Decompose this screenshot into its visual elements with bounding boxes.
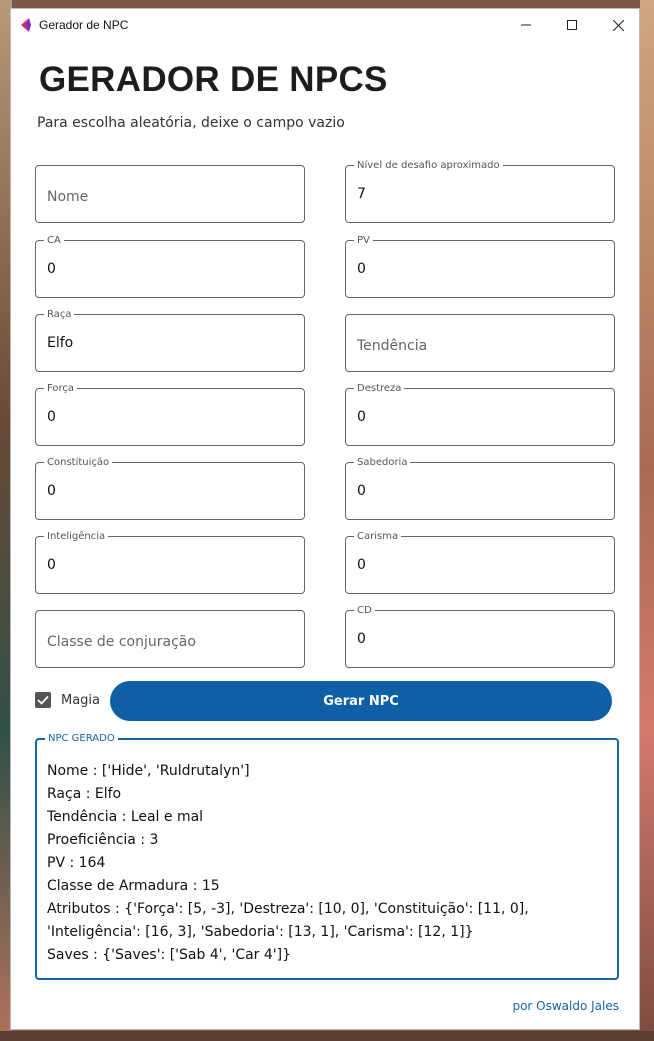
magia-checkbox[interactable] [35,692,51,708]
output-line-classe-armadura: Classe de Armadura : 15 [47,878,220,894]
ca-field[interactable]: CA 0 [35,234,305,298]
tendencia-field[interactable]: Tendência [345,314,615,372]
app-window: Gerador de NPC GERADOR DE NPCS Para esco… [10,8,640,1030]
inteligencia-label: Inteligência [44,530,109,543]
minimize-icon [521,24,531,26]
output-line-atributos-2: 'Inteligência': [16, 3], 'Sabedoria': [1… [47,924,474,940]
destreza-value: 0 [357,409,366,425]
cd-value: 0 [357,631,366,647]
desktop-background-right [640,0,654,1041]
cd-field[interactable]: CD 0 [345,604,615,668]
npc-output-box[interactable]: NPC GERADO Nome : ['Hide', 'Ruldrutalyn'… [35,732,619,980]
npc-output-label: NPC GERADO [45,732,118,745]
desktop-background-bottom [0,1031,654,1041]
output-line-tendencia: Tendência : Leal e mal [47,809,204,825]
inteligencia-value: 0 [47,557,56,573]
title-bar[interactable]: Gerador de NPC [11,9,639,41]
gerar-npc-button[interactable]: Gerar NPC [110,681,612,721]
output-line-pv: PV : 164 [47,855,106,871]
ca-label: CA [44,234,64,247]
output-line-nome: Nome : ['Hide', 'Ruldrutalyn'] [47,763,250,779]
magia-toggle[interactable]: Magia [35,692,100,708]
sabedoria-value: 0 [357,483,366,499]
page-subtitle: Para escolha aleatória, deixe o campo va… [37,115,345,131]
close-button[interactable] [595,9,641,41]
constituicao-label: Constituição [44,456,113,469]
output-line-proeficiencia: Proeficiência : 3 [47,832,159,848]
nivel-desafio-field[interactable]: Nível de desafio aproximado 7 [345,159,615,223]
maximize-icon [567,20,577,30]
destreza-label: Destreza [354,382,405,395]
forca-value: 0 [47,409,56,425]
raca-field[interactable]: Raça Elfo [35,308,305,372]
cd-label: CD [354,604,375,617]
tendencia-placeholder: Tendência [357,338,428,354]
output-line-raca: Raça : Elfo [47,786,122,802]
inteligencia-field[interactable]: Inteligência 0 [35,530,305,594]
output-line-atributos-1: Atributos : {'Força': [5, -3], 'Destreza… [47,901,529,917]
close-icon [612,19,624,31]
pv-value: 0 [357,261,366,277]
nome-field[interactable]: Nome [35,165,305,223]
maximize-button[interactable] [549,9,595,41]
raca-value: Elfo [47,335,74,351]
destreza-field[interactable]: Destreza 0 [345,382,615,446]
raca-label: Raça [44,308,75,321]
minimize-button[interactable] [503,9,549,41]
check-icon [37,695,49,705]
app-logo-icon [19,17,31,32]
magia-label: Magia [61,692,101,708]
nome-placeholder: Nome [47,189,89,205]
page-title: GERADOR DE NPCS [39,60,388,99]
pv-field[interactable]: PV 0 [345,234,615,298]
nivel-desafio-label: Nível de desafio aproximado [354,159,503,172]
ca-value: 0 [47,261,56,277]
carisma-value: 0 [357,557,366,573]
output-line-saves: Saves : {'Saves': ['Sab 4', 'Car 4']} [47,947,292,963]
forca-label: Força [44,382,78,395]
npc-output-text: Nome : ['Hide', 'Ruldrutalyn'] Raça : El… [47,760,613,967]
classe-conjuracao-placeholder: Classe de conjuração [47,634,196,650]
pv-label: PV [354,234,373,247]
forca-field[interactable]: Força 0 [35,382,305,446]
author-credit: por Oswaldo Jales [512,999,619,1013]
constituicao-field[interactable]: Constituição 0 [35,456,305,520]
constituicao-value: 0 [47,483,56,499]
classe-conjuracao-field[interactable]: Classe de conjuração [35,610,305,668]
sabedoria-field[interactable]: Sabedoria 0 [345,456,615,520]
sabedoria-label: Sabedoria [354,456,411,469]
nivel-desafio-value: 7 [357,186,366,202]
carisma-field[interactable]: Carisma 0 [345,530,615,594]
carisma-label: Carisma [354,530,402,543]
window-title: Gerador de NPC [39,18,129,32]
